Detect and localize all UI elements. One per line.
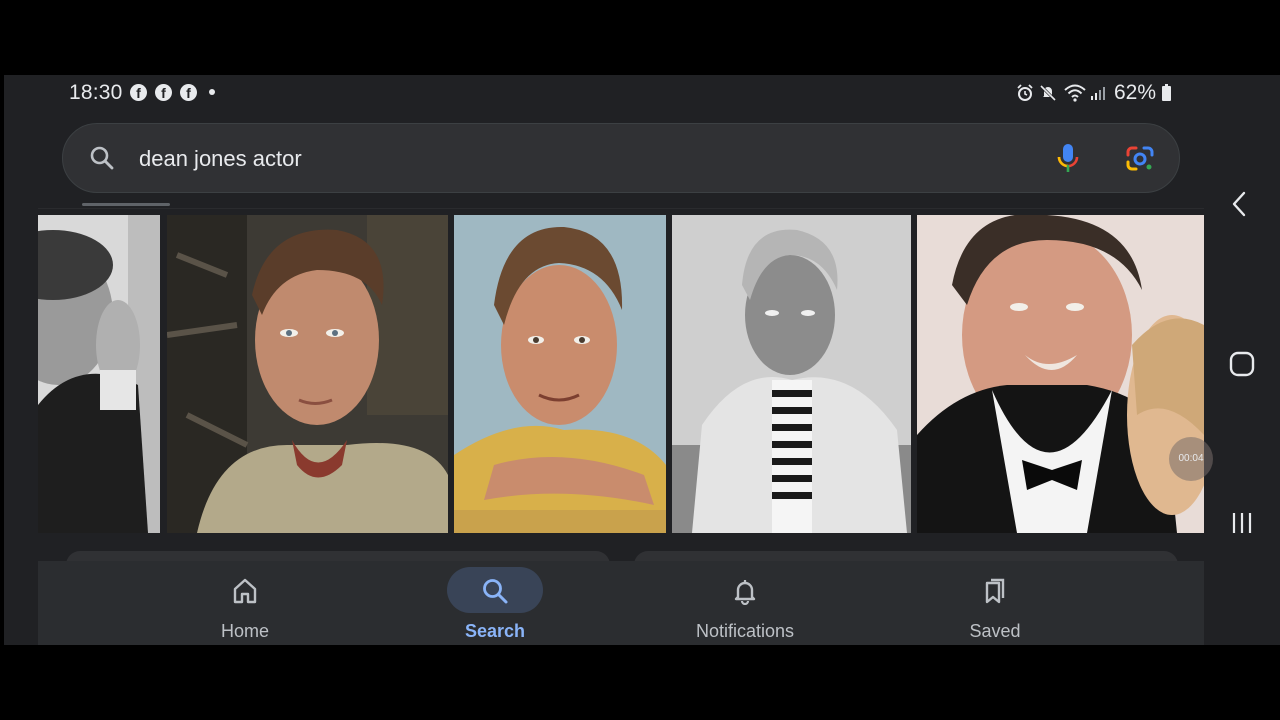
image-result[interactable] bbox=[167, 215, 448, 533]
bottom-navigation: Home Search Notifications Saved bbox=[38, 561, 1204, 645]
mic-icon[interactable] bbox=[1057, 143, 1079, 175]
facebook-icon: f bbox=[130, 84, 147, 101]
nav-saved[interactable]: Saved bbox=[895, 561, 1095, 645]
home-circle-icon[interactable] bbox=[1229, 351, 1255, 377]
image-result[interactable] bbox=[672, 215, 911, 533]
photo-icon bbox=[917, 215, 1204, 533]
bookmarks-icon bbox=[985, 578, 1005, 604]
image-result[interactable] bbox=[917, 215, 1204, 533]
search-input[interactable]: dean jones actor bbox=[139, 146, 302, 172]
bell-icon bbox=[734, 580, 756, 605]
signal-icon bbox=[1091, 87, 1105, 100]
battery-percent: 62% bbox=[1114, 81, 1157, 104]
image-result[interactable] bbox=[454, 215, 666, 533]
tab-indicator bbox=[82, 203, 170, 206]
photo-icon bbox=[672, 215, 911, 533]
nav-search[interactable]: Search bbox=[395, 561, 595, 645]
image-result[interactable] bbox=[38, 215, 160, 533]
search-icon bbox=[483, 579, 508, 604]
mute-icon bbox=[1039, 84, 1057, 102]
divider bbox=[38, 208, 1204, 209]
home-icon bbox=[233, 578, 257, 604]
alarm-icon bbox=[1017, 84, 1033, 101]
search-bar[interactable]: dean jones actor bbox=[62, 123, 1180, 193]
facebook-icon: f bbox=[180, 84, 197, 101]
nav-notifications[interactable]: Notifications bbox=[645, 561, 845, 645]
photo-icon bbox=[454, 215, 666, 533]
battery-icon bbox=[1162, 84, 1171, 101]
nav-notifications-label: Notifications bbox=[695, 621, 795, 641]
back-icon[interactable] bbox=[1230, 191, 1248, 217]
facebook-icon: f bbox=[155, 84, 172, 101]
recent-apps-icon[interactable] bbox=[1230, 511, 1254, 535]
google-lens-icon[interactable] bbox=[1125, 145, 1155, 173]
search-icon[interactable] bbox=[89, 145, 115, 171]
more-notifications-dot bbox=[209, 89, 215, 95]
wifi-icon bbox=[1064, 84, 1086, 102]
video-timer-badge: 00:04 bbox=[1169, 437, 1213, 481]
photo-icon bbox=[167, 215, 448, 533]
status-bar: 18:30 f f f 62% bbox=[4, 75, 1280, 111]
nav-home[interactable]: Home bbox=[145, 561, 345, 645]
nav-search-label: Search bbox=[464, 621, 526, 641]
nav-saved-label: Saved bbox=[969, 621, 1021, 641]
phone-screen: 18:30 f f f 62% dean jones actor 00:04 H… bbox=[4, 75, 1280, 645]
image-results-strip[interactable] bbox=[38, 215, 1204, 533]
nav-home-label: Home bbox=[220, 621, 269, 641]
photo-icon bbox=[38, 215, 160, 533]
status-time: 18:30 bbox=[69, 81, 123, 104]
